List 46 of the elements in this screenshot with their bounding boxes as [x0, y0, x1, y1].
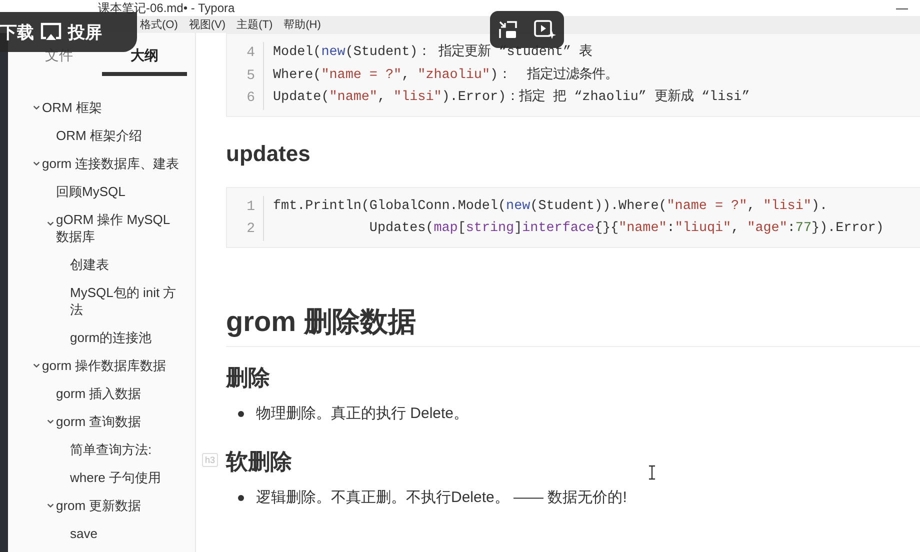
cast-icon[interactable] [40, 22, 62, 42]
heading: 软删除 [226, 448, 292, 476]
code-line: Update("name", "lisi").Error)：指定 把 “zhaoliu” 更新成 “lisi” [273, 88, 750, 107]
bullet-item: 物理删除。真正的执行 Delete。 [256, 404, 469, 424]
outline-item[interactable]: grom 更新数据 [56, 496, 142, 514]
menu-item[interactable]: 视图(V) [188, 17, 226, 32]
window-title: 课本笔记-06.md• - Typora [98, 0, 235, 16]
code-line: Model(new(Student)： 指定更新 “student” 表 [273, 42, 594, 62]
outline-item[interactable]: gorm 查询数据 [56, 412, 142, 430]
menu-item[interactable]: 格式(O) [140, 17, 178, 32]
download-button[interactable]: 下载 [0, 20, 34, 44]
code-line: fmt.Println(GlobalConn.Model(new(Student)).Where("name = ?", "lisi"). [273, 198, 828, 216]
heading: 删除 [226, 364, 270, 392]
outline-item[interactable]: ORM 框架 [42, 98, 102, 116]
outline-item[interactable]: 回顾MySQL [56, 182, 126, 200]
heading-level-tag: h3 [202, 452, 218, 466]
outline-item[interactable]: MySQL包的 init 方法 [70, 284, 182, 318]
outline-item[interactable]: gorm 插入数据 [56, 384, 142, 402]
line-number: 6 [246, 89, 255, 108]
outline-item[interactable]: 简单查询方法: [70, 440, 152, 458]
outline-item[interactable]: gorm的连接池 [70, 328, 152, 346]
video-sparkle-icon[interactable] [533, 18, 557, 40]
bullet-item: 逻辑删除。不真正删。不执行Delete。 —— 数据无价的! [256, 488, 627, 508]
outline-item[interactable]: 创建表 [70, 256, 109, 272]
cast-button[interactable]: 投屏 [68, 20, 102, 44]
heading: updates [226, 140, 310, 168]
code-line: Where("name = ?", "zhaoliu")： 指定过滤条件。 [273, 66, 620, 84]
heading: grom 删除数据 [226, 304, 920, 346]
outline-item[interactable]: gorm 连接数据库、建表 [42, 154, 180, 172]
minimize-button[interactable]: — [896, 1, 908, 15]
outline-item[interactable]: save [70, 524, 98, 542]
outline-item[interactable]: gorm 操作数据库数据 [42, 356, 166, 374]
line-number: 1 [246, 198, 255, 216]
bullet-icon [238, 410, 244, 416]
line-number: 2 [246, 220, 255, 239]
outline-item[interactable]: gORM 操作 MySQL 数据库 [56, 210, 182, 244]
outline-item[interactable]: where 子句使用 [70, 468, 162, 486]
code-line: Updates(map[string]interface{}{"name":"liuqi", "age":77}).Error) [368, 220, 884, 238]
picture-in-picture-icon[interactable] [497, 18, 519, 40]
text-cursor-icon [648, 465, 656, 480]
menu-item[interactable]: 主题(T) [236, 17, 273, 32]
outline-item[interactable]: ORM 框架介绍 [56, 126, 142, 144]
line-number: 4 [246, 44, 255, 63]
menu-item[interactable]: 帮助(H) [284, 17, 321, 32]
bullet-icon [238, 494, 244, 500]
line-number: 5 [246, 66, 255, 86]
